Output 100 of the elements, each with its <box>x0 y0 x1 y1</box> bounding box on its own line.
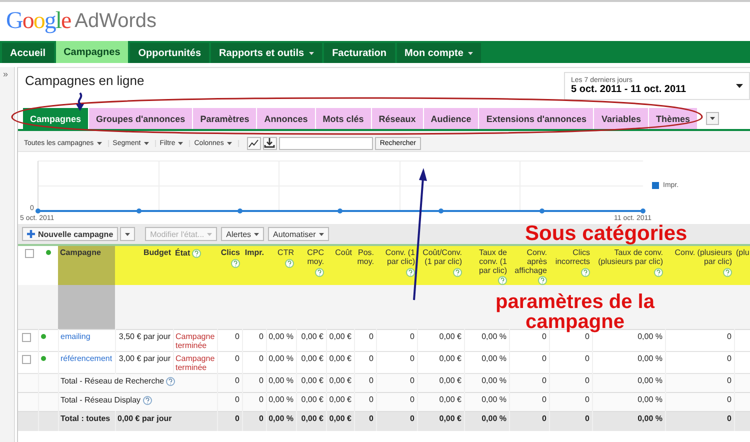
table-cell: 0 <box>727 332 732 341</box>
menu-button[interactable]: Automatiser <box>268 227 329 241</box>
search-field[interactable] <box>278 136 373 150</box>
nav-tab[interactable]: Accueil <box>2 43 54 63</box>
caret-icon <box>710 117 716 120</box>
table-cell: 0 <box>259 332 264 341</box>
column-header[interactable]: Impr. <box>244 249 264 258</box>
tab[interactable]: Thèmes <box>649 108 698 129</box>
help-icon[interactable] <box>231 258 240 268</box>
table-cell: 0,00 % <box>638 354 662 363</box>
column-header[interactable]: Conv. après affichage <box>511 249 547 286</box>
menu-button[interactable]: Alertes <box>221 227 264 241</box>
nav-tab[interactable]: Opportunités <box>130 43 210 63</box>
column-header[interactable]: État <box>175 249 215 258</box>
table-cell: Total - Réseau Display <box>60 396 141 404</box>
tab[interactable]: Paramètres <box>193 108 256 129</box>
more-tabs-button[interactable] <box>706 112 720 125</box>
select-all-checkbox[interactable] <box>24 249 34 258</box>
table-cell: 0 <box>369 376 374 385</box>
column-header[interactable]: Taux de conv. (1 par clic) <box>466 249 507 286</box>
tab[interactable]: Groupes d'annonces <box>89 108 192 129</box>
caret-icon <box>96 142 102 144</box>
caret-icon <box>178 142 184 144</box>
table-cell: 0 <box>585 414 590 423</box>
help-icon[interactable] <box>142 396 152 405</box>
table-cell: 0 <box>727 354 732 363</box>
new-campaign-button[interactable]: Nouvelle campagne <box>22 227 118 241</box>
column-header[interactable]: Conv. (plusieurs par clic) <box>667 249 732 277</box>
table-cell: 0,00 € <box>439 332 462 341</box>
column-header[interactable]: Conv. (1 par clic) <box>378 249 415 277</box>
row-checkbox[interactable] <box>22 332 31 342</box>
column-header[interactable]: Pos. moy. <box>356 249 374 267</box>
table-cell: 0 <box>410 394 414 404</box>
table-cell: 0,00 € <box>439 394 462 404</box>
campaign-link[interactable]: référencement <box>60 354 112 363</box>
help-icon[interactable] <box>654 268 663 277</box>
caret-icon <box>254 232 260 236</box>
table-cell: 0 <box>369 414 374 423</box>
caret-icon <box>125 232 130 236</box>
column-header[interactable]: CTR <box>268 249 294 268</box>
column-header[interactable]: Coût <box>328 249 352 258</box>
nav-tab[interactable]: Mon compte <box>396 43 482 63</box>
annotation-arrow <box>76 92 84 111</box>
caret-icon <box>207 232 212 236</box>
help-icon[interactable] <box>192 249 202 258</box>
expand-toggle[interactable]: » <box>0 67 12 81</box>
tab[interactable]: Mots clés <box>316 108 371 129</box>
table-cell: 3,00 € par jour <box>118 354 170 363</box>
table-cell: 0 <box>542 354 546 363</box>
column-header[interactable]: Budget <box>117 249 171 258</box>
table-cell: Total - Réseau de Recherche <box>60 376 164 386</box>
tab[interactable]: Annonces <box>257 108 315 129</box>
tab[interactable]: Réseaux <box>372 108 423 129</box>
help-icon[interactable] <box>166 376 176 386</box>
page-title: Campagnes en ligne <box>25 73 144 88</box>
table-cell: 0 <box>259 376 264 385</box>
plus-icon <box>27 230 35 238</box>
help-icon[interactable] <box>538 276 547 286</box>
column-header[interactable]: Clics incorrects <box>551 249 590 277</box>
help-icon[interactable] <box>315 268 324 277</box>
table-cell: 0 <box>369 394 374 404</box>
table-cell: 0,00 % <box>638 394 662 404</box>
tab[interactable]: Audience <box>424 108 478 129</box>
caret-icon <box>226 142 232 144</box>
campaign-link[interactable]: emailing <box>60 332 90 341</box>
column-header[interactable]: CPC moy. <box>298 249 324 277</box>
annotation-text: paramètres de la campagne <box>494 292 656 332</box>
download-icon[interactable] <box>262 136 277 150</box>
chart-icon[interactable] <box>246 136 261 150</box>
table-cell: 0,00 % <box>482 414 506 423</box>
help-icon[interactable] <box>498 276 507 286</box>
column-header[interactable]: Coût/Conv. (1 par clic) <box>419 249 462 277</box>
legend-swatch <box>652 182 659 189</box>
nav-tab[interactable]: Facturation <box>324 43 395 63</box>
table-cell: 0 <box>542 376 546 385</box>
tab[interactable]: Variables <box>594 108 648 129</box>
tab[interactable]: Campagnes <box>23 108 88 129</box>
row-checkbox[interactable] <box>22 354 31 364</box>
table-cell: 0,00 % <box>482 354 506 363</box>
help-icon[interactable] <box>581 268 590 277</box>
column-header[interactable]: Taux de conv. (plusieurs par clic) <box>594 249 663 277</box>
help-icon[interactable] <box>406 268 415 277</box>
table-cell: 0,00 € <box>301 414 324 423</box>
table-cell: 0,00 € <box>439 354 462 363</box>
table-cell: 0,00 % <box>638 414 662 423</box>
table-cell: 3,50 € par jour <box>118 332 170 341</box>
help-icon[interactable] <box>285 258 294 268</box>
table-cell: 0 <box>410 376 414 385</box>
table-cell: 0,00 € <box>301 354 324 363</box>
caret-icon <box>309 52 314 54</box>
product-name: AdWords <box>74 10 157 32</box>
table-cell: 0,00 € <box>329 332 352 341</box>
dropdown-button[interactable] <box>120 227 136 241</box>
column-header[interactable]: (plu <box>736 249 750 258</box>
column-header[interactable]: Clics <box>219 249 240 268</box>
help-icon[interactable] <box>723 268 732 277</box>
tab[interactable]: Extensions d'annonces <box>479 108 594 129</box>
help-icon[interactable] <box>453 268 462 277</box>
nav-tab[interactable]: Campagnes <box>56 41 128 63</box>
nav-tab[interactable]: Rapports et outils <box>211 43 322 63</box>
